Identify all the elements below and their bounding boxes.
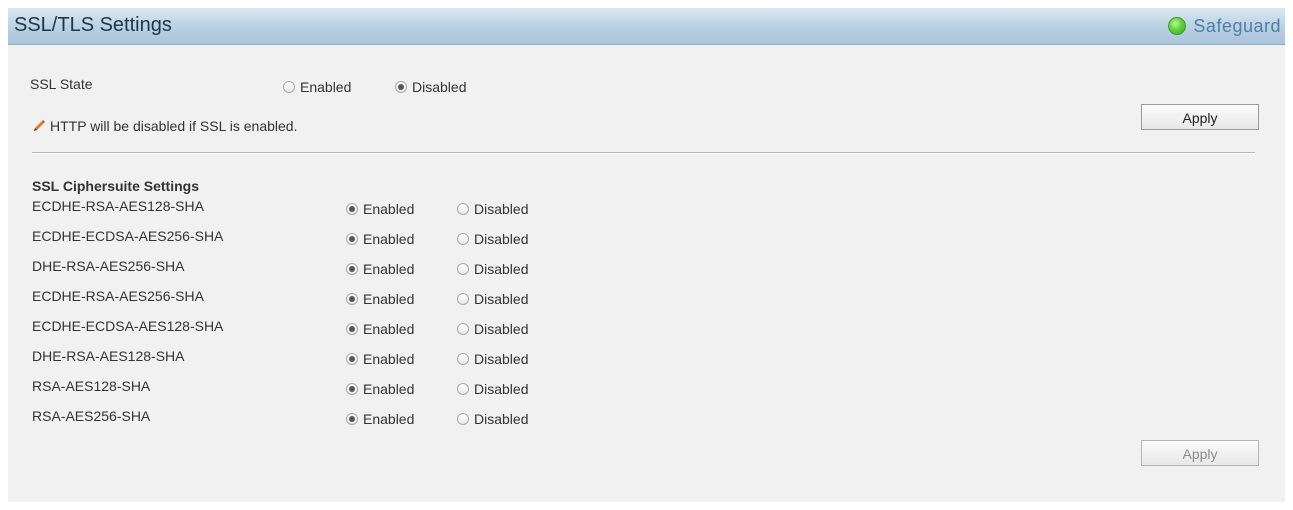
cipher-disabled-option[interactable]: Disabled — [457, 231, 528, 247]
cipher-enabled-option[interactable]: Enabled — [346, 351, 414, 367]
page-title: SSL/TLS Settings — [14, 14, 172, 36]
cipher-disabled-text: Disabled — [474, 381, 529, 397]
cipher-enabled-option[interactable]: Enabled — [346, 291, 414, 307]
cipher-disabled-option[interactable]: Disabled — [457, 291, 528, 307]
cipher-enabled-option[interactable]: Enabled — [346, 201, 414, 217]
section-divider — [32, 152, 1255, 154]
cipher-name: ECDHE-RSA-AES256-SHA — [32, 288, 204, 304]
cipher-disabled-radio[interactable] — [457, 413, 469, 425]
cipher-name: ECDHE-ECDSA-AES256-SHA — [32, 228, 224, 244]
cipher-disabled-radio[interactable] — [457, 263, 469, 275]
cipher-disabled-radio[interactable] — [457, 203, 469, 215]
cipher-disabled-option[interactable]: Disabled — [457, 261, 528, 277]
cipher-enabled-option[interactable]: Enabled — [346, 321, 414, 337]
ssl-state-disabled-text: Disabled — [412, 79, 467, 95]
cipher-disabled-radio[interactable] — [457, 233, 469, 245]
cipher-disabled-option[interactable]: Disabled — [457, 411, 528, 427]
ssl-state-enabled-text: Enabled — [300, 79, 352, 95]
cipher-enabled-option[interactable]: Enabled — [346, 411, 414, 427]
title-bar: SSL/TLS Settings Safeguard — [8, 8, 1285, 45]
ssl-state-enabled-radio[interactable] — [283, 81, 295, 93]
cipher-disabled-radio[interactable] — [457, 353, 469, 365]
cipher-disabled-radio[interactable] — [457, 383, 469, 395]
cipher-disabled-option[interactable]: Disabled — [457, 321, 528, 337]
status-dot-icon — [1168, 17, 1187, 35]
cipher-enabled-radio[interactable] — [346, 413, 358, 425]
cipher-disabled-text: Disabled — [474, 291, 529, 307]
cipher-disabled-text: Disabled — [474, 411, 529, 427]
safeguard-indicator: Safeguard — [1168, 14, 1281, 38]
ssl-state-enabled-option[interactable]: Enabled — [283, 79, 351, 95]
cipher-name: RSA-AES128-SHA — [32, 378, 151, 394]
cipher-disabled-text: Disabled — [474, 231, 529, 247]
ssl-state-disabled-option[interactable]: Disabled — [395, 79, 466, 95]
cipher-name: DHE-RSA-AES128-SHA — [32, 348, 185, 364]
safeguard-label: Safeguard — [1193, 15, 1281, 36]
cipher-enabled-radio[interactable] — [346, 293, 358, 305]
http-ssl-note: HTTP will be disabled if SSL is enabled. — [32, 118, 297, 134]
ciphersuite-apply-button[interactable]: Apply — [1141, 440, 1259, 466]
cipher-enabled-option[interactable]: Enabled — [346, 231, 414, 247]
cipher-enabled-text: Enabled — [363, 201, 415, 217]
cipher-enabled-text: Enabled — [363, 231, 415, 247]
cipher-disabled-option[interactable]: Disabled — [457, 351, 528, 367]
cipher-name: ECDHE-RSA-AES128-SHA — [32, 198, 204, 214]
cipher-disabled-text: Disabled — [474, 351, 529, 367]
cipher-enabled-text: Enabled — [363, 411, 415, 427]
cipher-enabled-radio[interactable] — [346, 323, 358, 335]
cipher-enabled-radio[interactable] — [346, 263, 358, 275]
cipher-disabled-option[interactable]: Disabled — [457, 201, 528, 217]
ssl-tls-settings-panel: SSL/TLS Settings Safeguard SSL State Ena… — [8, 8, 1285, 502]
cipher-enabled-text: Enabled — [363, 321, 415, 337]
cipher-name: DHE-RSA-AES256-SHA — [32, 258, 185, 274]
cipher-disabled-text: Disabled — [474, 261, 529, 277]
cipher-disabled-text: Disabled — [474, 321, 529, 337]
cipher-name: ECDHE-ECDSA-AES128-SHA — [32, 318, 224, 334]
ciphersuite-section-title: SSL Ciphersuite Settings — [32, 178, 199, 194]
http-ssl-note-text: HTTP will be disabled if SSL is enabled. — [50, 118, 298, 134]
cipher-enabled-text: Enabled — [363, 351, 415, 367]
cipher-enabled-radio[interactable] — [346, 353, 358, 365]
cipher-enabled-radio[interactable] — [346, 203, 358, 215]
cipher-enabled-option[interactable]: Enabled — [346, 381, 414, 397]
cipher-enabled-text: Enabled — [363, 261, 415, 277]
cipher-disabled-option[interactable]: Disabled — [457, 381, 528, 397]
cipher-enabled-radio[interactable] — [346, 233, 358, 245]
cipher-enabled-text: Enabled — [363, 381, 415, 397]
cipher-disabled-radio[interactable] — [457, 293, 469, 305]
cipher-enabled-radio[interactable] — [346, 383, 358, 395]
cipher-name: RSA-AES256-SHA — [32, 408, 151, 424]
ssl-state-apply-button[interactable]: Apply — [1141, 104, 1259, 130]
cipher-enabled-text: Enabled — [363, 291, 415, 307]
ssl-state-disabled-radio[interactable] — [395, 81, 407, 93]
cipher-disabled-radio[interactable] — [457, 323, 469, 335]
cipher-enabled-option[interactable]: Enabled — [346, 261, 414, 277]
cipher-disabled-text: Disabled — [474, 201, 529, 217]
ssl-state-label: SSL State — [30, 76, 93, 92]
pencil-icon — [32, 119, 46, 133]
